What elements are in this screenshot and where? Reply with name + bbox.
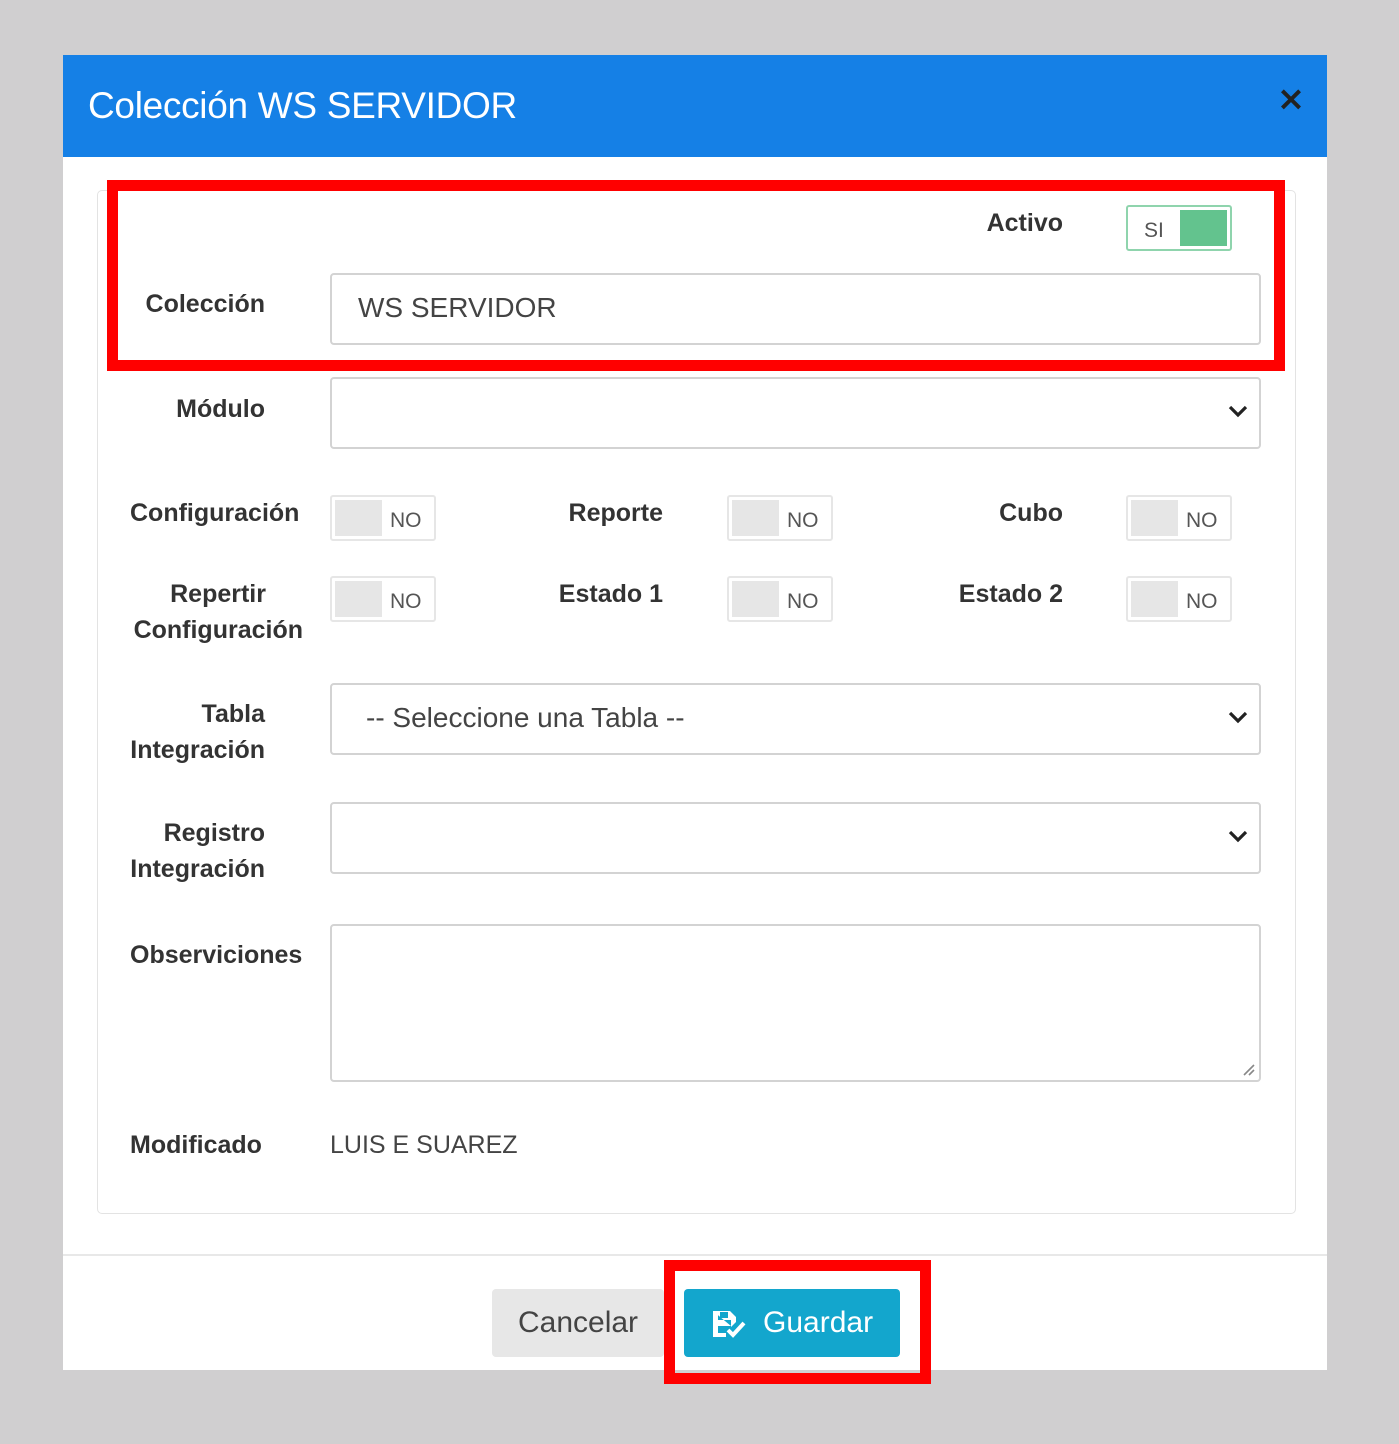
modal-dialog: Colección WS SERVIDOR × Activo SI Colecc… [63, 55, 1327, 1370]
estado-1-label: Estado 1 [558, 580, 663, 608]
coleccion-input[interactable]: WS SERVIDOR [330, 273, 1261, 345]
estado-2-toggle[interactable]: NO [1126, 576, 1232, 622]
cancel-button[interactable]: Cancelar [492, 1289, 664, 1357]
save-button-label: Guardar [763, 1306, 874, 1339]
reporte-label: Reporte [568, 499, 663, 527]
estado-2-toggle-value: NO [1186, 590, 1218, 613]
observaciones-textarea[interactable] [330, 924, 1261, 1082]
registro-label-line1: Registro [163, 819, 265, 847]
modificado-value: LUIS E SUAREZ [330, 1131, 518, 1159]
activo-toggle-value: SI [1144, 219, 1164, 242]
observaciones-label: Observiciones [130, 941, 303, 969]
tabla-label-line2: Integración [130, 736, 265, 764]
close-icon[interactable]: × [1276, 81, 1306, 117]
toggle-knob [335, 581, 382, 617]
toggle-knob [1131, 500, 1178, 536]
tabla-label-line1: Tabla [201, 700, 265, 728]
cubo-toggle-value: NO [1186, 509, 1218, 532]
cubo-toggle[interactable]: NO [1126, 495, 1232, 541]
toggle-knob [335, 500, 382, 536]
configuracion-toggle-value: NO [390, 509, 422, 532]
modulo-select[interactable] [330, 377, 1261, 449]
toggle-knob [1131, 581, 1178, 617]
configuracion-label: Configuración [130, 499, 300, 527]
activo-label: Activo [986, 209, 1063, 237]
toggle-knob [732, 581, 779, 617]
chevron-down-icon [1228, 405, 1248, 418]
toggle-knob [1180, 210, 1227, 246]
repertir-label-line1: Repertir [170, 580, 266, 608]
registro-integracion-select[interactable] [330, 802, 1261, 874]
modal-title: Colección WS SERVIDOR [88, 85, 517, 126]
modulo-label: Módulo [176, 395, 265, 423]
activo-toggle[interactable]: SI [1126, 205, 1232, 251]
estado-2-label: Estado 2 [958, 580, 1063, 608]
tabla-integracion-label: Tabla Integración [103, 696, 265, 768]
coleccion-label: Colección [145, 290, 265, 318]
chevron-down-icon [1228, 830, 1248, 843]
toggle-knob [732, 500, 779, 536]
repertir-toggle-value: NO [390, 590, 422, 613]
modal-header: Colección WS SERVIDOR × [63, 55, 1327, 157]
tabla-integracion-value: -- Seleccione una Tabla -- [366, 702, 685, 733]
registro-integracion-label: Registro Integración [103, 815, 265, 887]
cubo-label: Cubo [999, 499, 1063, 527]
repertir-configuracion-label: Repertir Configuración [103, 576, 303, 648]
coleccion-input-value: WS SERVIDOR [358, 292, 557, 323]
estado-1-toggle-value: NO [787, 590, 819, 613]
reporte-toggle[interactable]: NO [727, 495, 833, 541]
reporte-toggle-value: NO [787, 509, 819, 532]
save-check-icon [713, 1311, 746, 1338]
tabla-integracion-select[interactable]: -- Seleccione una Tabla -- [330, 683, 1261, 755]
registro-label-line2: Integración [130, 855, 265, 883]
modificado-label: Modificado [130, 1131, 262, 1159]
repertir-configuracion-toggle[interactable]: NO [330, 576, 436, 622]
chevron-down-icon [1228, 711, 1248, 724]
repertir-label-line2: Configuración [133, 616, 303, 644]
footer-divider [63, 1254, 1327, 1256]
configuracion-toggle[interactable]: NO [330, 495, 436, 541]
save-button[interactable]: Guardar [684, 1289, 900, 1357]
resize-handle-icon[interactable] [1240, 1061, 1256, 1077]
estado-1-toggle[interactable]: NO [727, 576, 833, 622]
